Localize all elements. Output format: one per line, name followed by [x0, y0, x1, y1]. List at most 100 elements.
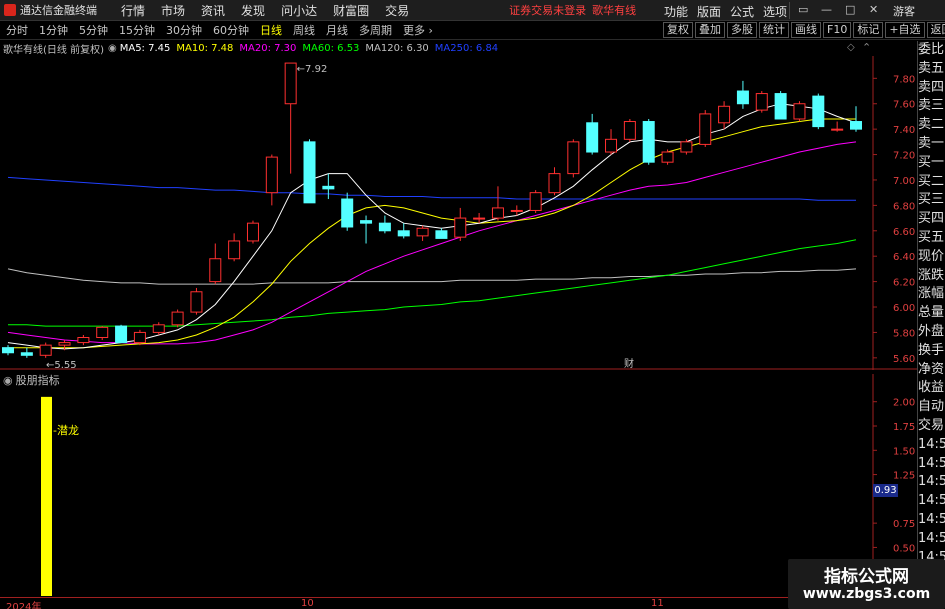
diamond-icon[interactable]: ◇	[847, 42, 855, 53]
user-guest[interactable]: 游客	[893, 3, 915, 19]
side-panel-item: 14:56	[918, 530, 945, 546]
period-5min[interactable]: 5分钟	[79, 22, 108, 38]
indicator-tick-label: 0.75	[893, 519, 915, 530]
period-timeshare[interactable]: 分时	[6, 22, 28, 38]
adjust-button[interactable]: 复权	[663, 22, 693, 38]
menu-options[interactable]: 选项	[763, 3, 787, 20]
period-30min[interactable]: 30分钟	[166, 22, 202, 38]
ma120-line	[7, 268, 857, 285]
candle	[322, 173, 335, 200]
menu-layout[interactable]: 版面	[697, 3, 721, 20]
date-label-oct: 10	[301, 598, 314, 609]
candle-body	[510, 209, 523, 212]
multi-stock-button[interactable]: 多股	[727, 22, 757, 38]
candle-body	[58, 342, 71, 346]
price-tick-label: 7.00	[893, 176, 915, 187]
candle	[529, 190, 542, 213]
draw-line-button[interactable]: 画线	[791, 22, 821, 38]
period-15min[interactable]: 15分钟	[119, 22, 155, 38]
restore-icon[interactable]: ▭	[798, 3, 808, 16]
kline-chart[interactable]: 7.80 7.60 7.40 7.20 7.00 6.80 6.60 6.40 6.20 6.00…	[0, 56, 917, 370]
side-panel-item: 14:56	[918, 436, 945, 452]
side-panel-item: 卖一	[918, 135, 945, 151]
add-watchlist-button[interactable]: +自选	[885, 22, 925, 38]
candle	[209, 243, 222, 285]
candle	[96, 326, 109, 341]
candle-body	[454, 217, 467, 238]
price-tick-label: 7.40	[893, 125, 915, 136]
candle-body	[171, 311, 184, 326]
candle	[265, 154, 278, 206]
back-button[interactable]: 返回	[926, 22, 945, 38]
menu-ask[interactable]: 问小达	[281, 2, 317, 19]
period-1min[interactable]: 1分钟	[39, 22, 68, 38]
candle	[586, 113, 599, 155]
menu-news[interactable]: 资讯	[201, 2, 225, 19]
f10-button[interactable]: F10	[823, 22, 852, 38]
menu-functions[interactable]: 功能	[664, 3, 688, 20]
candle-body	[661, 151, 674, 163]
candle-body	[473, 217, 486, 220]
candle	[152, 322, 165, 335]
price-tick-label: 7.60	[893, 100, 915, 111]
price-tick-label: 7.80	[893, 74, 915, 85]
period-monthly[interactable]: 月线	[326, 22, 348, 38]
menu-trade[interactable]: 交易	[385, 2, 409, 19]
menu-formula[interactable]: 公式	[730, 3, 754, 20]
candle	[77, 334, 90, 346]
app-logo	[4, 4, 16, 16]
collapse-chevron-icon[interactable]: ⌃	[862, 41, 871, 54]
candle	[718, 101, 731, 130]
side-panel-item: 14:56	[918, 455, 945, 471]
menu-wealth[interactable]: 财富圈	[333, 2, 369, 19]
watermark-url: www.zbgs3.com	[802, 586, 931, 602]
close-icon[interactable]: ✕	[869, 3, 878, 16]
minimize-icon[interactable]: —	[821, 3, 832, 16]
chart-header: 歌华有线(日线 前复权) ◉ MA5: 7.45 MA10: 7.48 MA20…	[0, 41, 504, 56]
candle-body	[567, 141, 580, 175]
candle	[661, 149, 674, 165]
candle	[171, 309, 184, 328]
candle-body	[322, 185, 335, 190]
period-weekly[interactable]: 周线	[293, 22, 315, 38]
period-60min[interactable]: 60分钟	[213, 22, 249, 38]
side-panel-item: 卖五	[918, 60, 945, 76]
low-price-label: ←5.55	[46, 360, 77, 370]
menu-quotes[interactable]: 行情	[121, 2, 145, 19]
chevron-right-icon: ›	[425, 24, 433, 37]
overlay-button[interactable]: 叠加	[695, 22, 725, 38]
period-more[interactable]: 更多 ›	[403, 22, 433, 38]
candle	[341, 192, 354, 231]
trade-login-status[interactable]: 证券交易未登录	[509, 2, 586, 18]
candle-body	[831, 128, 844, 131]
candle	[303, 139, 316, 204]
candle-body	[529, 192, 542, 211]
candle-body	[623, 121, 636, 140]
mark-button[interactable]: 标记	[853, 22, 884, 38]
period-daily[interactable]: 日线	[260, 22, 282, 38]
menu-market[interactable]: 市场	[161, 2, 185, 19]
period-toolbar: 分时 1分钟 5分钟 15分钟 30分钟 60分钟 日线 周线 月线 多周期 更…	[0, 21, 945, 40]
side-panel-item: 买一	[918, 154, 945, 170]
side-panel-item: 换手	[918, 342, 945, 358]
right-menu: 功能 版面 公式 选项	[664, 3, 787, 20]
price-axis: 7.80 7.60 7.40 7.20 7.00 6.80 6.60 6.40 6.20 6.00…	[873, 74, 915, 365]
settings-icon[interactable]: ◉	[108, 43, 117, 54]
price-tick-label: 6.20	[893, 278, 915, 289]
maximize-icon[interactable]: □	[845, 3, 855, 16]
candle	[2, 345, 14, 356]
app-title: 通达信金融终端	[20, 4, 97, 17]
candle	[567, 139, 580, 178]
price-tick-label: 6.80	[893, 201, 915, 212]
menu-discover[interactable]: 发现	[241, 2, 265, 19]
statistics-button[interactable]: 统计	[759, 22, 789, 38]
side-panel-item: 14:56	[918, 493, 945, 509]
price-tick-label: 6.00	[893, 303, 915, 314]
period-multi[interactable]: 多周期	[359, 22, 392, 38]
candle-body	[265, 156, 278, 194]
ma10-label: MA10: 7.48	[176, 42, 234, 54]
candle	[228, 233, 241, 262]
side-panel-item: 买三	[918, 192, 945, 208]
candle	[774, 91, 787, 120]
indicator-chart[interactable]: -潜龙 2.001.751.501.250.750.500.25	[0, 374, 917, 597]
